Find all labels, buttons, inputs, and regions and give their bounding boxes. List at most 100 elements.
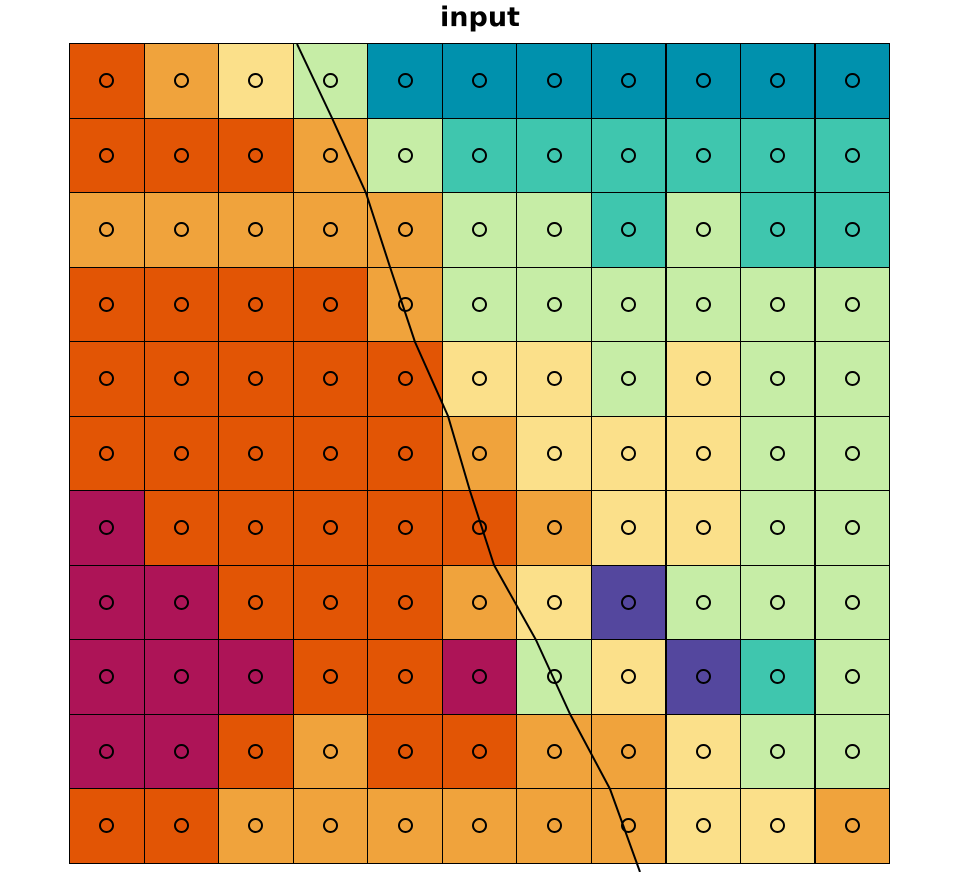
cell-marker-icon (99, 520, 115, 536)
cell-marker-icon (621, 743, 637, 759)
heatmap-cell (143, 788, 220, 864)
cell-marker-icon (248, 594, 264, 610)
heatmap-cell (218, 117, 294, 193)
heatmap-cell (441, 564, 518, 640)
heatmap-cell (218, 43, 294, 119)
heatmap-cell (814, 490, 890, 566)
cell-marker-icon (323, 669, 338, 685)
cell-marker-icon (397, 669, 413, 685)
heatmap-cell (591, 564, 667, 640)
cell-marker-icon (173, 445, 189, 461)
heatmap-cell (218, 639, 294, 715)
cell-marker-icon (472, 594, 488, 610)
heatmap-cell (143, 266, 220, 342)
cell-marker-icon (472, 296, 488, 312)
heatmap-cell (143, 639, 220, 715)
cell-marker-icon (248, 445, 264, 461)
cell-marker-icon (248, 371, 264, 387)
cell-marker-icon (844, 818, 860, 834)
cell-marker-icon (695, 222, 711, 238)
heatmap-cell (441, 341, 518, 417)
heatmap-cell (814, 564, 890, 640)
heatmap-cell (665, 341, 741, 417)
heatmap-cell (143, 117, 220, 193)
cell-marker-icon (173, 222, 189, 238)
heatmap-cell (218, 564, 294, 640)
cell-marker-icon (844, 73, 860, 89)
cell-marker-icon (621, 73, 637, 89)
cell-marker-icon (173, 520, 189, 536)
cell-marker-icon (621, 147, 637, 163)
heatmap-cell (69, 639, 145, 715)
cell-marker-icon (695, 743, 711, 759)
heatmap-cell (292, 341, 369, 417)
heatmap-cell (367, 415, 443, 491)
heatmap-cell (69, 564, 145, 640)
heatmap-cell (740, 117, 816, 193)
heatmap-cell (367, 117, 443, 193)
heatmap-cell (665, 192, 741, 268)
cell-marker-icon (770, 296, 786, 312)
cell-marker-icon (472, 818, 488, 834)
heatmap-cell (814, 639, 890, 715)
heatmap-cell (740, 415, 816, 491)
heatmap-cell (665, 639, 741, 715)
cell-marker-icon (323, 296, 338, 312)
heatmap-cell (441, 788, 518, 864)
heatmap-cell (218, 192, 294, 268)
cell-marker-icon (472, 669, 488, 685)
cell-marker-icon (397, 520, 413, 536)
heatmap-cell (69, 192, 145, 268)
cell-marker-icon (546, 147, 562, 163)
cell-marker-icon (621, 445, 637, 461)
heatmap-cell (665, 490, 741, 566)
cell-marker-icon (695, 594, 711, 610)
heatmap-cell (516, 341, 592, 417)
heatmap-cell (516, 490, 592, 566)
cell-marker-icon (323, 371, 338, 387)
cell-marker-icon (397, 371, 413, 387)
heatmap-cell (665, 564, 741, 640)
heatmap-cell (516, 639, 592, 715)
cell-marker-icon (695, 73, 711, 89)
cell-marker-icon (546, 296, 562, 312)
cell-marker-icon (248, 296, 264, 312)
heatmap-cell (591, 713, 667, 789)
heatmap-cell (367, 788, 443, 864)
chart-canvas: input (0, 0, 960, 872)
cell-marker-icon (397, 594, 413, 610)
heatmap-cell (516, 266, 592, 342)
cell-marker-icon (248, 520, 264, 536)
cell-marker-icon (323, 445, 338, 461)
cell-marker-icon (99, 743, 115, 759)
heatmap-cell (591, 117, 667, 193)
cell-marker-icon (397, 818, 413, 834)
heatmap-cell (292, 788, 369, 864)
heatmap-cell (218, 490, 294, 566)
cell-marker-icon (99, 818, 115, 834)
cell-marker-icon (770, 743, 786, 759)
cell-marker-icon (472, 743, 488, 759)
cell-marker-icon (770, 371, 786, 387)
cell-marker-icon (695, 818, 711, 834)
heatmap-cell (143, 43, 220, 119)
cell-marker-icon (844, 371, 860, 387)
cell-marker-icon (695, 669, 711, 685)
heatmap-cell (591, 639, 667, 715)
heatmap-cell (292, 266, 369, 342)
heatmap-cell (814, 341, 890, 417)
cell-marker-icon (248, 147, 264, 163)
cell-marker-icon (323, 818, 338, 834)
cell-marker-icon (695, 371, 711, 387)
cell-marker-icon (99, 296, 115, 312)
cell-marker-icon (546, 371, 562, 387)
cell-marker-icon (397, 222, 413, 238)
cell-marker-icon (472, 520, 488, 536)
cell-marker-icon (770, 147, 786, 163)
cell-marker-icon (248, 743, 264, 759)
heatmap-cell (591, 341, 667, 417)
cell-marker-icon (248, 818, 264, 834)
cell-marker-icon (323, 222, 338, 238)
heatmap-cell (665, 117, 741, 193)
cell-marker-icon (99, 669, 115, 685)
